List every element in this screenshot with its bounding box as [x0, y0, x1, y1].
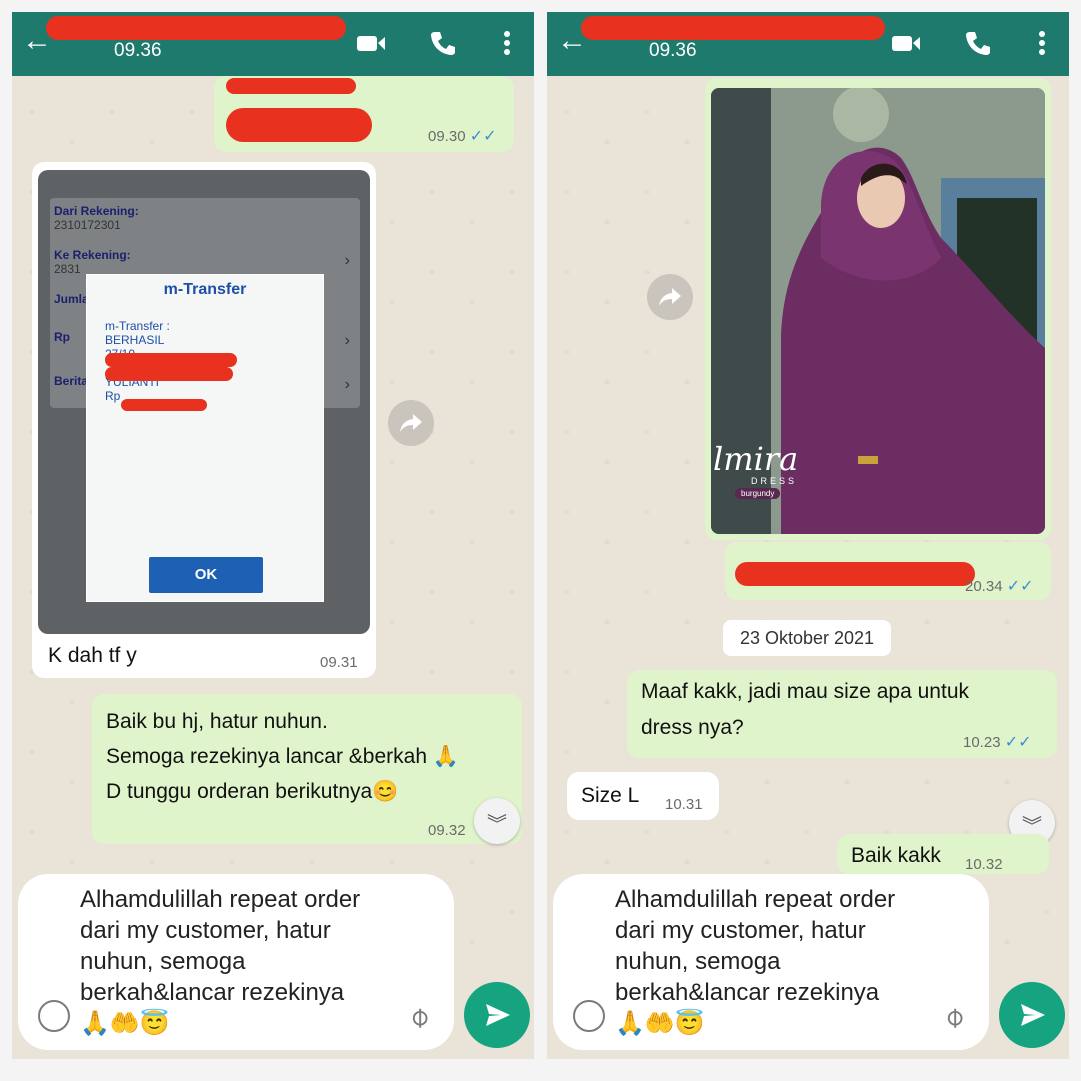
redacted-text	[105, 367, 233, 381]
chat-header: ← 09.36	[547, 12, 1069, 76]
send-button[interactable]	[999, 982, 1065, 1048]
product-photo[interactable]: lmira DRESS burgundy	[711, 88, 1045, 534]
message-input-text[interactable]: Alhamdulillah repeat order dari my custo…	[615, 884, 935, 1039]
redacted-text	[121, 399, 207, 411]
message-line: dress nya?	[641, 716, 744, 739]
chat-panel-left: ← 09.36 09.30 ✓✓ Dari Rekening: 231017230…	[12, 12, 534, 1059]
redacted-text	[735, 562, 975, 586]
chevron-right-icon: ›	[344, 252, 350, 269]
incoming-image-message[interactable]: Dari Rekening: 2310172301 Ke Rekening: 283…	[32, 162, 376, 678]
message-time: 09.31	[320, 654, 358, 671]
forward-button[interactable]	[388, 400, 434, 446]
message-time: 20.34 ✓✓	[965, 578, 1034, 595]
send-icon	[1021, 1004, 1045, 1026]
dialog-title: m-Transfer	[163, 281, 247, 298]
brand-subtitle: DRESS	[751, 476, 798, 486]
more-vert-icon[interactable]	[1025, 26, 1059, 60]
transfer-screenshot[interactable]: Dari Rekening: 2310172301 Ke Rekening: 283…	[38, 170, 370, 634]
redacted-contact-name	[581, 16, 885, 40]
input-emojis: 🙏🤲😇	[615, 1010, 705, 1037]
message-line: Semoga rezekinya lancar &berkah 🙏	[106, 745, 459, 768]
send-button[interactable]	[464, 982, 530, 1048]
message-text: Baik kakk	[851, 844, 941, 867]
message-time: 09.32	[428, 822, 466, 839]
message-input-text[interactable]: Alhamdulillah repeat order dari my custo…	[80, 884, 400, 1039]
message-time: 10.23 ✓✓	[963, 734, 1032, 751]
transfer-dialog: m-Transfer m-Transfer : BERHASIL 27/10 Y…	[86, 274, 324, 602]
chevron-right-icon: ›	[344, 376, 350, 393]
message-line: D tunggu orderan berikutnya😊	[106, 780, 399, 803]
redacted-contact-name	[46, 16, 346, 40]
outgoing-message[interactable]: Baik kakk 10.32	[837, 834, 1049, 874]
forward-icon	[400, 414, 422, 432]
dialog-ok-button: OK	[149, 557, 263, 593]
video-call-icon[interactable]	[889, 26, 923, 60]
header-time: 09.36	[114, 40, 162, 61]
chat-panel-right: ← 09.36 lmira DRESS burgundy 20.34 ✓✓ 23…	[547, 12, 1069, 1059]
message-line: Maaf kakk, jadi mau size apa untuk	[641, 680, 970, 703]
forward-button[interactable]	[647, 274, 693, 320]
form-row: Jumla	[54, 292, 89, 306]
input-emojis: 🙏🤲😇	[80, 1010, 170, 1037]
brand-logo: lmira	[713, 440, 799, 478]
incoming-message[interactable]: Size L 10.31	[567, 772, 719, 820]
redacted-text	[226, 78, 356, 94]
outgoing-message[interactable]: Maaf kakk, jadi mau size apa untuk dress…	[627, 670, 1057, 758]
attach-icon[interactable]: ⌀	[936, 999, 971, 1034]
emoji-icon[interactable]	[573, 1000, 605, 1032]
outgoing-image-message[interactable]: lmira DRESS burgundy	[705, 78, 1051, 540]
voice-call-icon[interactable]	[426, 26, 460, 60]
chat-header: ← 09.36	[12, 12, 534, 76]
chevron-right-icon: ›	[344, 332, 350, 349]
message-line: Baik bu hj, hatur nuhun.	[106, 710, 328, 733]
message-text: Size L	[581, 784, 640, 807]
more-vert-icon[interactable]	[490, 26, 524, 60]
emoji-icon[interactable]	[38, 1000, 70, 1032]
message-input-field[interactable]: Alhamdulillah repeat order dari my custo…	[553, 874, 989, 1050]
outgoing-message[interactable]: Baik bu hj, hatur nuhun. Semoga rezekiny…	[92, 694, 522, 844]
attach-icon[interactable]: ⌀	[401, 999, 436, 1034]
dialog-line: m-Transfer :	[105, 319, 170, 333]
message-input-field[interactable]: Alhamdulillah repeat order dari my custo…	[18, 874, 454, 1050]
message-time: 10.31	[665, 796, 703, 813]
form-row: Berita	[54, 374, 89, 388]
read-ticks-icon: ✓✓	[1006, 578, 1034, 595]
caption-text: K dah tf y	[48, 644, 137, 667]
voice-call-icon[interactable]	[961, 26, 995, 60]
form-row: Dari Rekening: 2310172301	[54, 204, 139, 232]
form-row: Rp	[54, 330, 70, 344]
variant-badge: burgundy	[735, 488, 781, 499]
message-time: 10.32	[965, 856, 1003, 873]
date-chip: 23 Oktober 2021	[723, 620, 891, 656]
input-text: Alhamdulillah repeat order dari my custo…	[80, 886, 361, 1006]
forward-icon	[659, 288, 681, 306]
outgoing-message[interactable]: 20.34 ✓✓	[725, 542, 1051, 600]
redacted-text	[226, 108, 372, 142]
dialog-line: BERHASIL	[105, 333, 165, 347]
header-time: 09.36	[649, 40, 697, 61]
redacted-text	[105, 353, 237, 367]
form-row: Ke Rekening: 2831	[54, 248, 131, 276]
video-call-icon[interactable]	[354, 26, 388, 60]
chevron-down-icon: ︾	[487, 814, 507, 836]
read-ticks-icon: ✓✓	[1004, 734, 1032, 751]
read-ticks-icon: ✓✓	[469, 128, 497, 145]
send-icon	[486, 1004, 510, 1026]
scroll-to-bottom-button[interactable]: ︾	[474, 798, 520, 844]
input-text: Alhamdulillah repeat order dari my custo…	[615, 886, 896, 1006]
outgoing-message[interactable]: 09.30 ✓✓	[214, 76, 514, 152]
message-time: 09.30 ✓✓	[428, 128, 497, 145]
